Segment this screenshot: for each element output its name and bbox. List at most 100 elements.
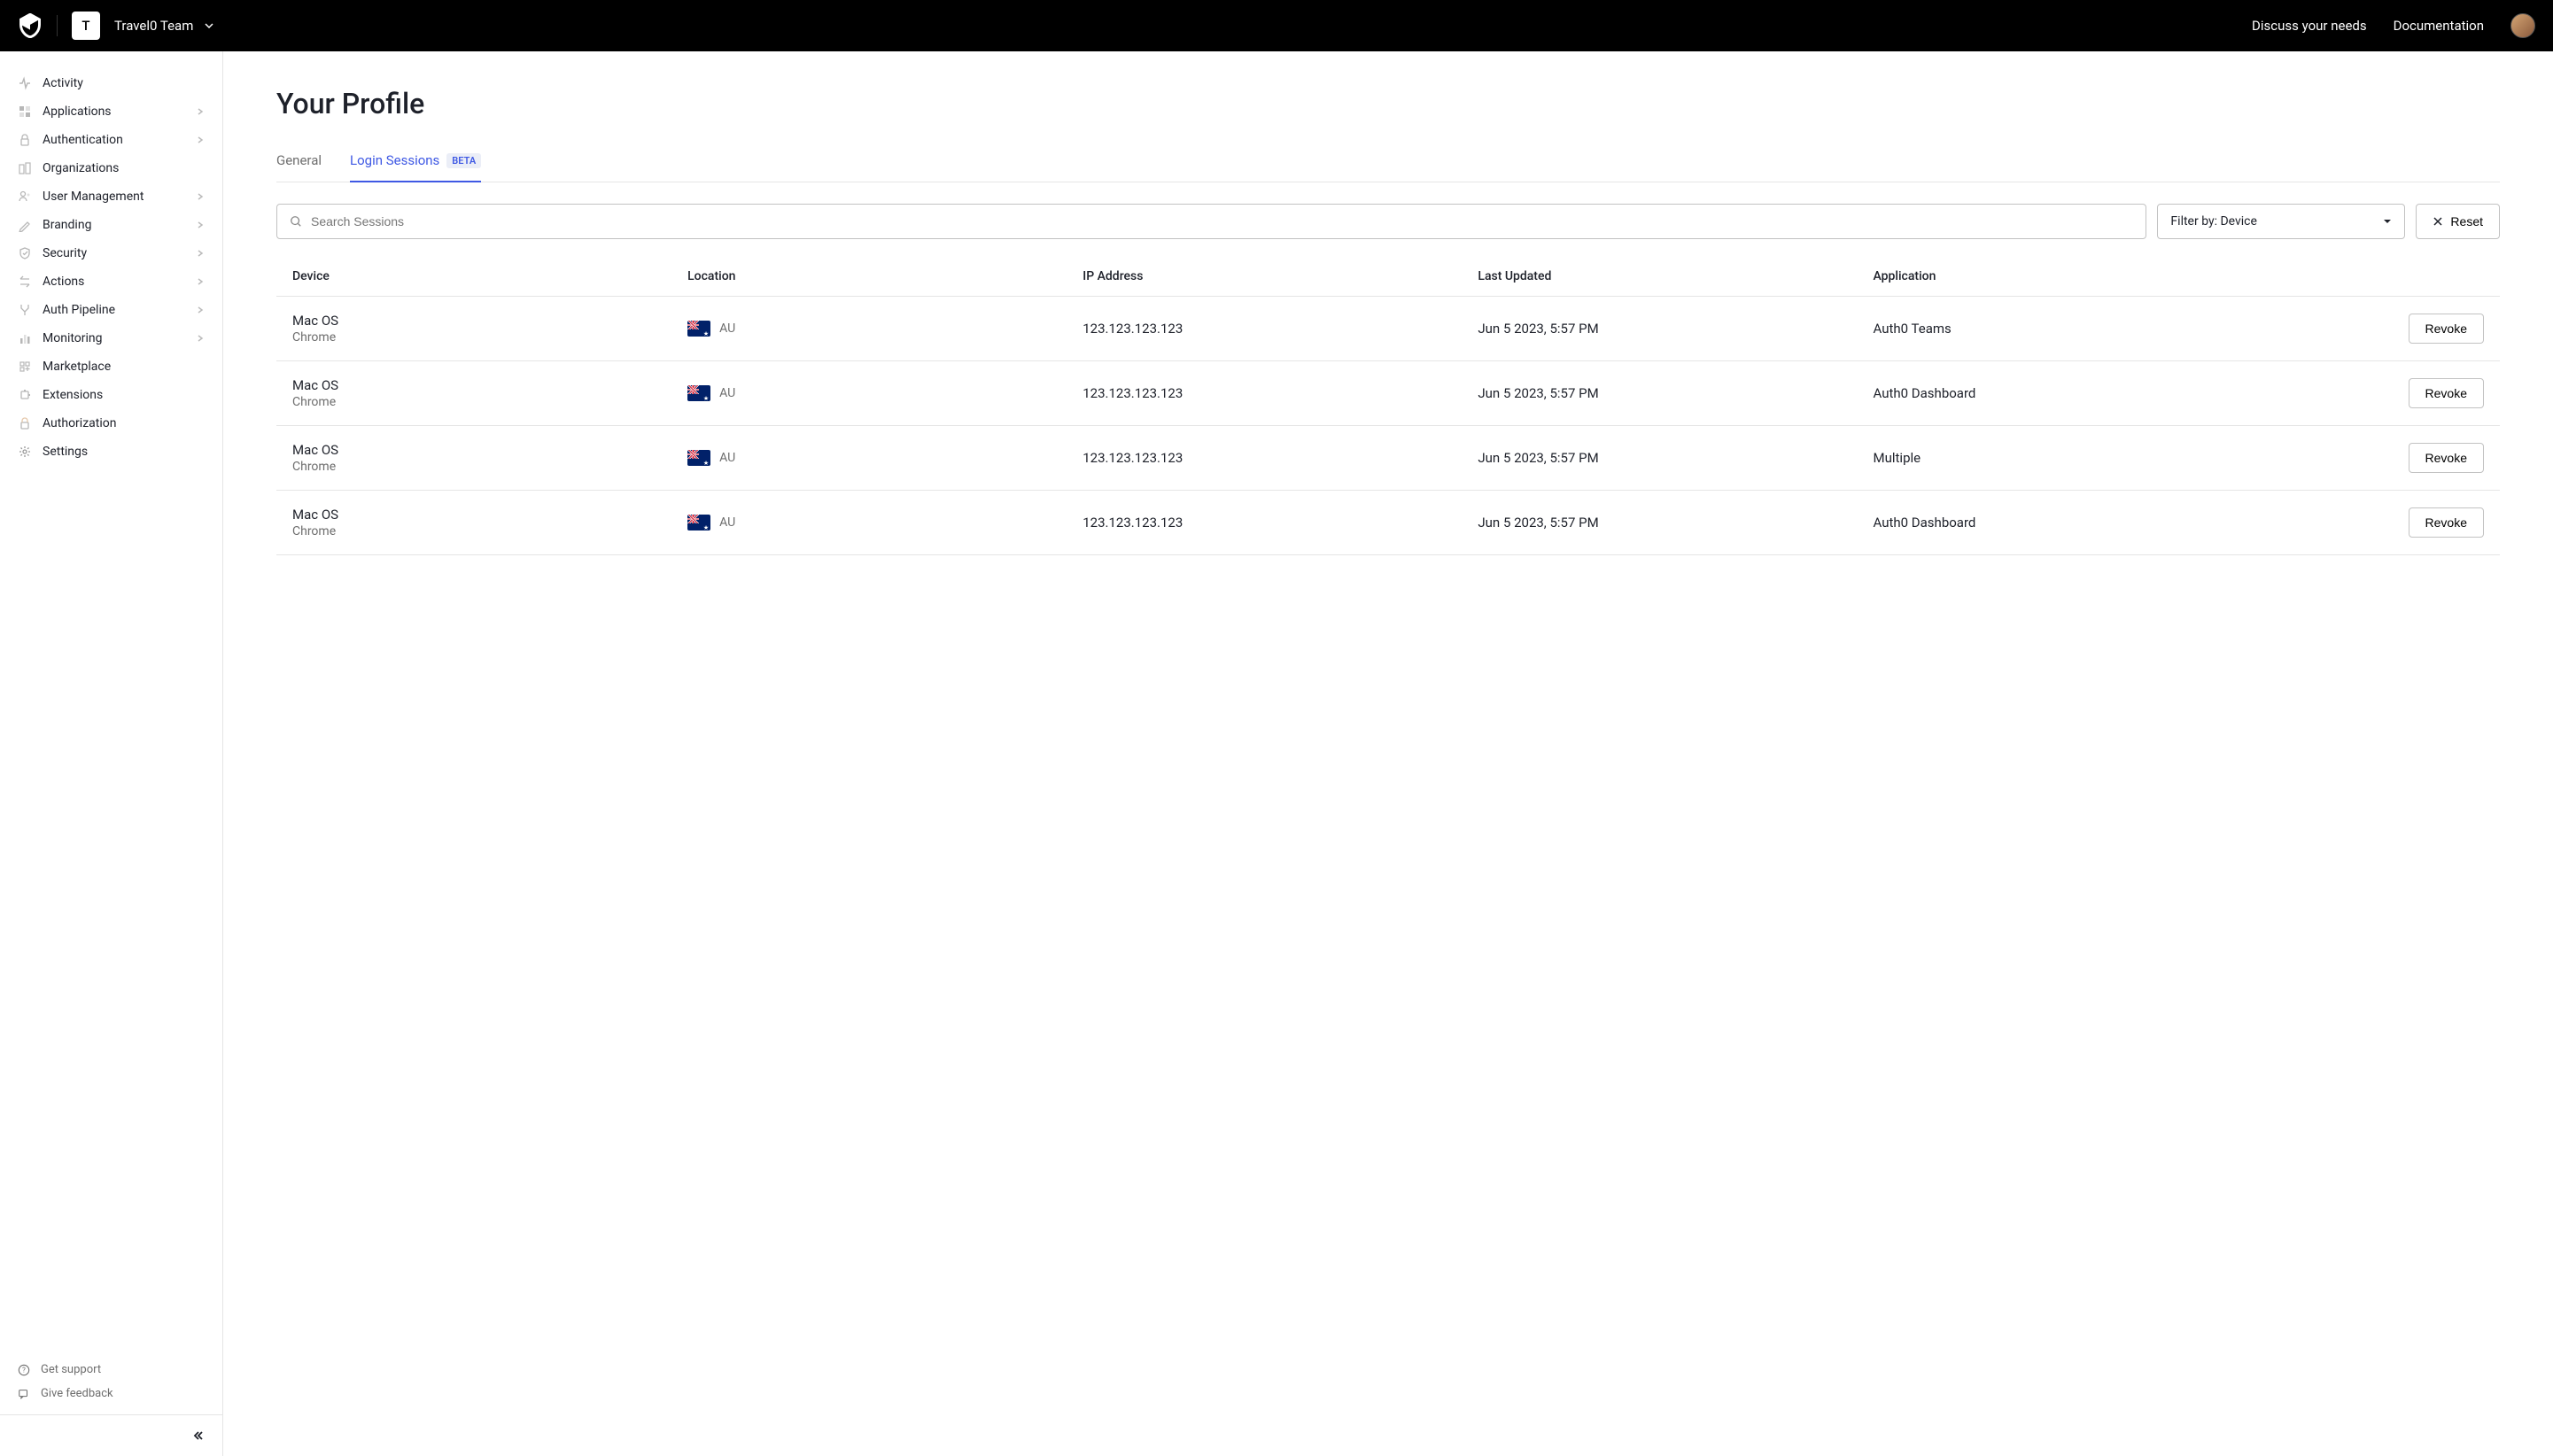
sidebar-item-label: Security [43,246,185,260]
device-cell: Mac OS Chrome [292,377,687,409]
sidebar-item-label: Authorization [43,416,205,430]
device-cell: Mac OS Chrome [292,507,687,538]
sidebar-item-actions[interactable]: Actions [0,267,222,296]
chevron-right-icon [196,107,205,116]
sidebar-item-label: Organizations [43,161,205,175]
search-input[interactable] [311,214,2133,228]
authorization-icon [18,416,32,430]
sidebar-item-authorization[interactable]: Authorization [0,409,222,438]
pipeline-icon [18,303,32,317]
device-browser: Chrome [292,330,687,345]
sidebar-item-authentication[interactable]: Authentication [0,126,222,154]
device-os: Mac OS [292,507,687,523]
sidebar-item-label: Activity [43,76,205,90]
sidebar-item-user-management[interactable]: User Management [0,182,222,211]
sidebar-item-extensions[interactable]: Extensions [0,381,222,409]
security-icon [18,246,32,260]
avatar[interactable] [2510,13,2535,38]
monitoring-icon [18,331,32,345]
revoke-button[interactable]: Revoke [2409,507,2484,538]
settings-icon [18,445,32,459]
main-content: Your Profile General Login Sessions BETA… [223,51,2553,1456]
sidebar-item-marketplace[interactable]: Marketplace [0,352,222,381]
sidebar-nav: Activity Applications Authentication Org… [0,51,222,1348]
actions-icon [18,275,32,289]
col-location: Location [687,269,1083,283]
sidebar-item-security[interactable]: Security [0,239,222,267]
svg-text:?: ? [22,1366,26,1374]
revoke-button[interactable]: Revoke [2409,314,2484,344]
updated-cell: Jun 5 2023, 5:57 PM [1478,385,1873,401]
authentication-icon [18,133,32,147]
sidebar-item-label: Actions [43,275,185,289]
give-feedback-link[interactable]: Give feedback [0,1382,222,1406]
ip-cell: 123.123.123.123 [1083,385,1478,401]
application-cell: Auth0 Dashboard [1874,385,2269,401]
reset-label: Reset [2450,214,2483,228]
tab-login-sessions[interactable]: Login Sessions BETA [350,152,481,182]
updated-cell: Jun 5 2023, 5:57 PM [1478,321,1873,337]
location-cell: AU [687,385,1083,401]
chevron-down-icon [204,20,214,31]
team-name-label: Travel0 Team [114,18,193,34]
help-icon: ? [18,1364,30,1376]
sidebar-item-activity[interactable]: Activity [0,69,222,97]
location-cell: AU [687,450,1083,466]
revoke-button[interactable]: Revoke [2409,378,2484,408]
sidebar-item-auth-pipeline[interactable]: Auth Pipeline [0,296,222,324]
team-badge[interactable]: T [72,12,100,40]
beta-badge: BETA [446,153,481,168]
col-application: Application [1874,269,2269,283]
flag-icon [687,515,710,531]
extensions-icon [18,388,32,402]
chevron-right-icon [196,221,205,229]
discuss-link[interactable]: Discuss your needs [2252,18,2367,34]
controls-row: Filter by: Device Reset [276,204,2500,239]
sidebar-item-label: Branding [43,218,185,232]
search-box[interactable] [276,204,2146,239]
sidebar-item-branding[interactable]: Branding [0,211,222,239]
flag-icon [687,385,710,401]
application-cell: Multiple [1874,450,2269,466]
ip-cell: 123.123.123.123 [1083,450,1478,466]
filter-select[interactable]: Filter by: Device [2157,204,2405,239]
revoke-button[interactable]: Revoke [2409,443,2484,473]
sidebar: Activity Applications Authentication Org… [0,51,223,1456]
marketplace-icon [18,360,32,374]
chevron-right-icon [196,136,205,144]
device-os: Mac OS [292,442,687,458]
sidebar-collapse-button[interactable] [0,1414,222,1456]
applications-icon [18,105,32,119]
chevron-right-icon [196,192,205,201]
team-selector[interactable]: Travel0 Team [114,18,214,34]
tab-general[interactable]: General [276,152,322,182]
ip-cell: 123.123.123.123 [1083,515,1478,531]
chevron-right-icon [196,306,205,314]
close-icon [2433,216,2443,227]
reset-button[interactable]: Reset [2416,204,2500,239]
tab-general-label: General [276,152,322,168]
device-browser: Chrome [292,395,687,409]
table-row: Mac OS Chrome AU 123.123.123.123 Jun 5 2… [276,361,2500,426]
device-cell: Mac OS Chrome [292,313,687,345]
table-header: Device Location IP Address Last Updated … [276,257,2500,297]
header-divider [57,15,58,36]
sidebar-item-applications[interactable]: Applications [0,97,222,126]
ip-cell: 123.123.123.123 [1083,321,1478,337]
get-support-link[interactable]: ? Get support [0,1358,222,1382]
sidebar-item-label: Settings [43,445,205,459]
header-right: Discuss your needs Documentation [2252,13,2535,38]
sidebar-item-monitoring[interactable]: Monitoring [0,324,222,352]
documentation-link[interactable]: Documentation [2394,18,2484,34]
sessions-table: Device Location IP Address Last Updated … [276,257,2500,555]
location-code: AU [719,321,735,336]
collapse-icon [192,1429,205,1442]
sidebar-item-label: Authentication [43,133,185,147]
location-code: AU [719,386,735,400]
tabs: General Login Sessions BETA [276,152,2500,182]
location-cell: AU [687,321,1083,337]
sidebar-item-organizations[interactable]: Organizations [0,154,222,182]
sidebar-item-settings[interactable]: Settings [0,438,222,466]
tab-sessions-label: Login Sessions [350,152,439,168]
sidebar-item-label: Auth Pipeline [43,303,185,317]
